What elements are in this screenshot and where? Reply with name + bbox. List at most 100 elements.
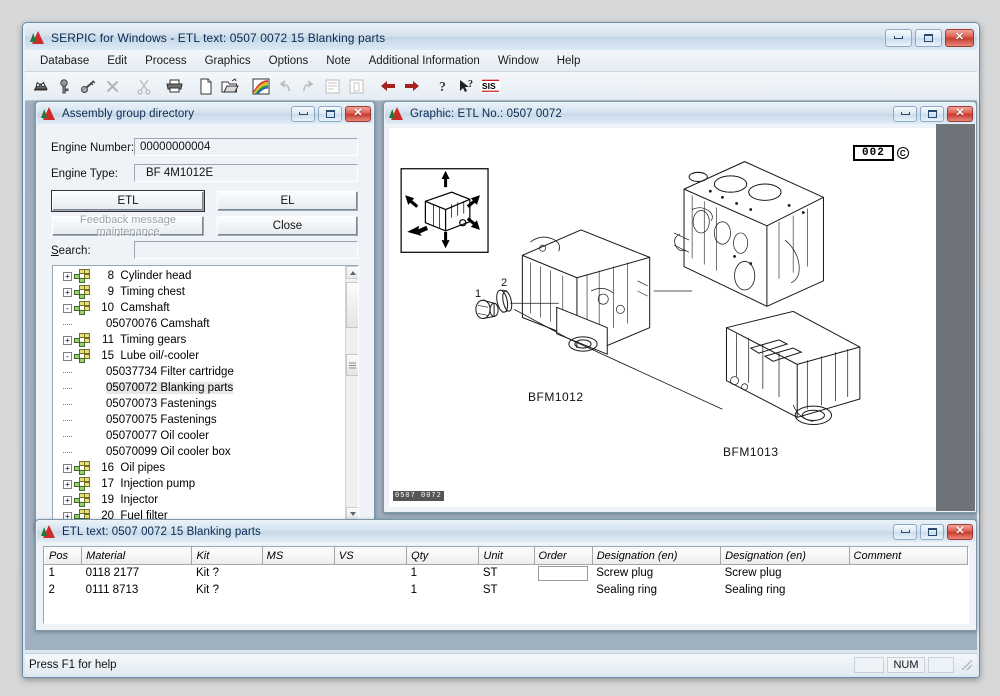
expand-icon[interactable]: + [63, 335, 72, 345]
menu-item-additional-information[interactable]: Additional Information [360, 53, 489, 69]
graphic-canvas[interactable]: 1 2 BFM1012 BFM1013 002 C 0507 0072 [389, 128, 971, 507]
menu-item-window[interactable]: Window [489, 53, 548, 69]
etl-maximize-button[interactable] [920, 523, 944, 540]
tree-leaf-row[interactable]: 05070076 Camshaft [53, 316, 345, 332]
etl-button[interactable]: ETL [52, 191, 204, 211]
table-row[interactable]: 1 0118 2177 Kit ? 1 ST Screw plug Screw plug [45, 565, 968, 582]
sis-icon[interactable]: SIS [479, 75, 502, 98]
engine-type-field[interactable]: BF 4M1012E [134, 164, 358, 182]
collapse-icon[interactable]: - [63, 351, 72, 361]
tree-leaf-row[interactable]: 05070075 Fastenings [53, 412, 345, 428]
column-header-vs[interactable]: VS [333, 547, 408, 565]
resize-grip-icon[interactable] [961, 659, 973, 671]
assembly-maximize-button[interactable] [318, 105, 342, 122]
forward-arrow-icon[interactable] [400, 75, 423, 98]
expand-icon[interactable]: + [63, 495, 72, 505]
context-help-icon[interactable]: ? [455, 75, 478, 98]
assembly-close-button[interactable]: ✕ [345, 105, 371, 122]
column-header-kit[interactable]: Kit [191, 547, 263, 565]
tree-leaf-row[interactable]: 05070077 Oil cooler [53, 428, 345, 444]
tree-leaf-row[interactable]: 05070072 Blanking parts [53, 380, 345, 396]
graphic-minimize-button[interactable] [893, 105, 917, 122]
expand-icon[interactable]: + [63, 271, 72, 281]
cell-comment [849, 582, 967, 599]
column-header-qty[interactable]: Qty [406, 547, 480, 565]
column-header-material[interactable]: Material [81, 547, 193, 565]
maximize-button[interactable] [915, 28, 942, 47]
tree-connector-icon [63, 368, 72, 377]
scroll-thumb[interactable] [346, 282, 358, 328]
expand-icon[interactable]: + [63, 287, 72, 297]
column-header-designation2[interactable]: Designation (en) [720, 547, 850, 565]
graphics-rainbow-icon[interactable] [249, 75, 272, 98]
parts-grid[interactable]: Pos Material Kit MS VS Qty Unit Order De… [43, 546, 969, 624]
help-icon[interactable]: ? [431, 75, 454, 98]
scroll-up-arrow-icon[interactable] [346, 266, 358, 279]
scroll-thumb-secondary[interactable] [346, 354, 358, 376]
back-arrow-icon[interactable] [376, 75, 399, 98]
close-button[interactable]: ✕ [945, 28, 974, 47]
assembly-group-icon [74, 349, 91, 363]
new-document-icon[interactable] [194, 75, 217, 98]
tree-group-row[interactable]: - 10 Camshaft [53, 300, 345, 316]
search-input[interactable] [134, 241, 358, 259]
tree-group-row[interactable]: +16 Oil pipes [53, 460, 345, 476]
cell-order[interactable] [534, 565, 592, 582]
column-header-designation1[interactable]: Designation (en) [591, 547, 722, 565]
etl-close-button[interactable]: ✕ [947, 523, 973, 540]
minimize-icon [900, 530, 910, 533]
order-input[interactable] [538, 565, 589, 581]
tree-leaf-row[interactable]: 05037734 Filter cartridge [53, 364, 345, 380]
menu-item-help[interactable]: Help [548, 53, 590, 69]
assembly-minimize-button[interactable] [291, 105, 315, 122]
expand-icon[interactable]: + [63, 479, 72, 489]
engine-number-field[interactable]: 00000000004 [134, 138, 358, 156]
status-pane-num: NUM [887, 656, 925, 673]
minimize-icon [298, 112, 308, 115]
tree-leaf-row[interactable]: 05070073 Fastenings [53, 396, 345, 412]
menu-item-edit[interactable]: Edit [98, 53, 136, 69]
application-titlebar: SERPIC for Windows - ETL text: 0507 0072… [25, 25, 977, 50]
menu-item-graphics[interactable]: Graphics [196, 53, 260, 69]
menu-item-note[interactable]: Note [317, 53, 359, 69]
tree-group-row[interactable]: - 15 Lube oil/-cooler [53, 348, 345, 364]
tree-group-row[interactable]: +11 Timing gears [53, 332, 345, 348]
key2-icon[interactable] [77, 75, 100, 98]
column-header-pos[interactable]: Pos [44, 547, 83, 565]
open-folder-icon[interactable] [218, 75, 241, 98]
tree-group-row[interactable]: +17 Injection pump [53, 476, 345, 492]
graphic-close-button[interactable]: ✕ [947, 105, 973, 122]
graphic-window-titlebar: Graphic: ETL No.: 0507 0072 ✕ [385, 103, 975, 124]
column-header-unit[interactable]: Unit [478, 547, 535, 565]
key-icon[interactable] [53, 75, 76, 98]
tree-group-row[interactable]: +9 Timing chest [53, 284, 345, 300]
cell-order[interactable] [534, 582, 592, 599]
tree-group-row[interactable]: +8 Cylinder head [53, 268, 345, 284]
column-header-order[interactable]: Order [533, 547, 593, 565]
database-icon[interactable] [29, 75, 52, 98]
minimize-button[interactable] [885, 28, 912, 47]
assembly-group-icon [74, 493, 91, 507]
menu-item-options[interactable]: Options [260, 53, 318, 69]
assembly-tree[interactable]: +8 Cylinder head +9 Timing chest -10 Camsh… [52, 265, 359, 521]
tree-leaf-row[interactable]: 05070099 Oil cooler box [53, 444, 345, 460]
close-icon: ✕ [955, 525, 965, 537]
graphic-maximize-button[interactable] [920, 105, 944, 122]
tree-group-row[interactable]: +19 Injector [53, 492, 345, 508]
column-header-comment[interactable]: Comment [848, 547, 968, 565]
expand-icon[interactable]: + [63, 463, 72, 473]
assembly-tree-list[interactable]: +8 Cylinder head +9 Timing chest -10 Camsh… [53, 266, 345, 520]
column-header-ms[interactable]: MS [261, 547, 335, 565]
table-row[interactable]: 2 0111 8713 Kit ? 1 ST Sealing ring Sealing ri… [45, 582, 968, 599]
engine-type-label: Engine Type: [51, 168, 118, 180]
menu-item-process[interactable]: Process [136, 53, 196, 69]
print-icon[interactable] [163, 75, 186, 98]
collapse-icon[interactable]: - [63, 303, 72, 313]
menu-item-database[interactable]: Database [31, 53, 98, 69]
el-button[interactable]: EL [217, 191, 358, 211]
cell-designation2: Screw plug [724, 567, 782, 580]
close-button[interactable]: Close [217, 216, 358, 236]
etl-minimize-button[interactable] [893, 523, 917, 540]
assembly-group-icon [74, 461, 91, 475]
tree-vertical-scrollbar[interactable] [345, 266, 358, 520]
